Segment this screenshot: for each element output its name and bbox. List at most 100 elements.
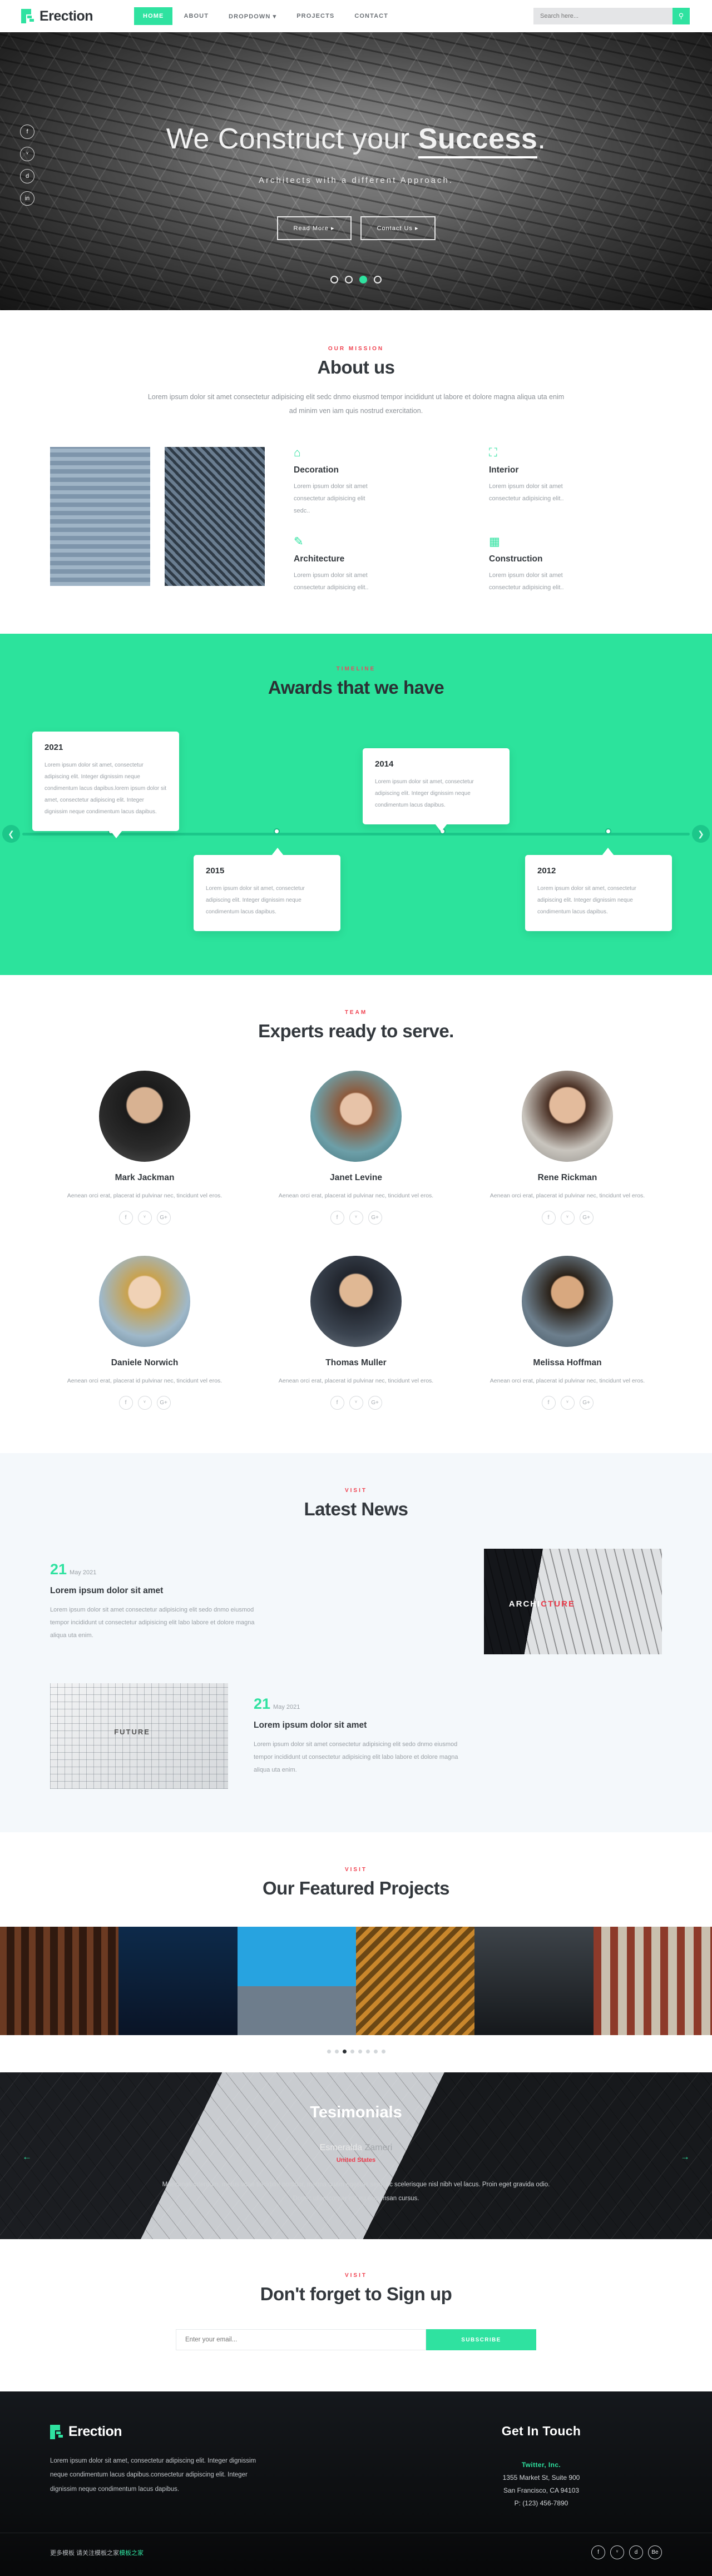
twitter-icon[interactable]: ᵛ bbox=[137, 1211, 152, 1225]
googleplus-icon[interactable]: G+ bbox=[579, 1396, 594, 1410]
service-card-decoration[interactable]: ⌂ Decoration Lorem ipsum dolor sit amet … bbox=[294, 447, 467, 517]
timeline-year: 2014 bbox=[375, 759, 394, 769]
timeline-node[interactable] bbox=[274, 828, 280, 834]
nav-item-dropdown[interactable]: DROPDOWN ▾ bbox=[220, 7, 285, 26]
facebook-icon[interactable]: f bbox=[118, 1211, 133, 1225]
hero-title-light: We Construct your bbox=[166, 123, 418, 155]
footer-credit-text: 更多模板 请关注模板之家 bbox=[50, 2549, 120, 2557]
nav-item-projects[interactable]: PROJECTS bbox=[288, 7, 343, 25]
news-image-caption: FUTURE bbox=[114, 1727, 150, 1736]
project-thumb[interactable] bbox=[593, 1927, 712, 2035]
search-button[interactable]: ⚲ bbox=[673, 8, 690, 24]
service-text: Lorem ipsum dolor sit amet consectetur a… bbox=[294, 572, 369, 591]
footer-bottom-bar: 更多模板 请关注模板之家模板之家 f ᵛ d Be bbox=[0, 2533, 712, 2576]
carousel-dot[interactable] bbox=[365, 2050, 370, 2053]
behance-icon[interactable]: Be bbox=[648, 2545, 662, 2559]
news-section: VISIT Latest News 21 May 2021 Lorem ipsum… bbox=[0, 1453, 712, 1832]
facebook-icon[interactable]: f bbox=[591, 2545, 605, 2559]
googleplus-icon[interactable]: G+ bbox=[156, 1396, 171, 1410]
googleplus-icon[interactable]: G+ bbox=[368, 1396, 382, 1410]
twitter-icon[interactable]: ᵛ bbox=[349, 1211, 363, 1225]
twitter-icon[interactable]: ᵛ bbox=[137, 1396, 152, 1410]
slider-dot-1[interactable] bbox=[330, 276, 338, 284]
project-thumb[interactable] bbox=[0, 1927, 119, 2035]
member-name: Melissa Hoffman bbox=[533, 1358, 602, 1367]
news-post-title[interactable]: Lorem ipsum dolor sit amet bbox=[50, 1586, 458, 1596]
facebook-icon[interactable]: f bbox=[330, 1396, 344, 1410]
email-input[interactable] bbox=[176, 2329, 426, 2350]
dribbble-icon[interactable]: d bbox=[629, 2545, 643, 2559]
search-input[interactable] bbox=[533, 8, 673, 24]
news-day: 21 bbox=[50, 1560, 67, 1578]
carousel-dot[interactable] bbox=[373, 2050, 378, 2053]
twitter-icon[interactable]: ᵛ bbox=[349, 1396, 363, 1410]
read-more-button[interactable]: Read More ▸ bbox=[276, 216, 352, 240]
carousel-dot[interactable] bbox=[381, 2050, 385, 2053]
service-card-architecture[interactable]: ✎ Architecture Lorem ipsum dolor sit ame… bbox=[294, 536, 467, 594]
team-member: Melissa Hoffman Aenean orci erat, placer… bbox=[473, 1256, 662, 1410]
member-social: f ᵛ G+ bbox=[473, 1211, 662, 1225]
twitter-icon[interactable]: ᵛ bbox=[610, 2545, 624, 2559]
member-name: Thomas Muller bbox=[325, 1358, 387, 1367]
timeline-card-2014: 2014 Lorem ipsum dolor sit amet, consect… bbox=[363, 748, 510, 832]
twitter-icon[interactable]: ᵛ bbox=[20, 147, 34, 161]
about-image-2 bbox=[165, 447, 265, 586]
chevron-right-icon[interactable]: ❯ bbox=[692, 825, 710, 843]
facebook-icon[interactable]: f bbox=[541, 1396, 556, 1410]
googleplus-icon[interactable]: G+ bbox=[156, 1211, 171, 1225]
project-thumb[interactable] bbox=[237, 1927, 356, 2035]
site-footer: Erection Lorem ipsum dolor sit amet, con… bbox=[0, 2391, 712, 2576]
contact-us-button[interactable]: Contact Us ▸ bbox=[360, 216, 436, 240]
footer-about-column: Erection Lorem ipsum dolor sit amet, con… bbox=[50, 2424, 376, 2507]
member-name: Janet Levine bbox=[330, 1173, 382, 1182]
hero-buttons: Read More ▸ Contact Us ▸ bbox=[0, 216, 712, 240]
service-title: Decoration bbox=[294, 465, 339, 475]
slider-dot-3[interactable] bbox=[359, 276, 367, 284]
linkedin-icon[interactable]: in bbox=[20, 191, 34, 206]
expand-icon: ⛶ bbox=[489, 446, 497, 459]
twitter-icon[interactable]: ᵛ bbox=[560, 1211, 575, 1225]
carousel-dot[interactable] bbox=[358, 2050, 362, 2053]
footer-credit-link[interactable]: 模板之家 bbox=[119, 2550, 144, 2557]
author-first-name: Esmeralda bbox=[319, 2143, 363, 2152]
chevron-left-icon[interactable]: ❮ bbox=[2, 825, 20, 843]
logo[interactable]: Erection bbox=[21, 8, 93, 24]
facebook-icon[interactable]: f bbox=[541, 1211, 556, 1225]
timeline-eyebrow: TIMELINE bbox=[336, 666, 376, 672]
dribbble-icon[interactable]: d bbox=[20, 169, 34, 183]
service-text: Lorem ipsum dolor sit amet consectetur a… bbox=[489, 572, 564, 591]
caption-part-b: CTURE bbox=[541, 1599, 575, 1609]
project-thumb[interactable] bbox=[118, 1927, 238, 2035]
nav-item-home[interactable]: HOME bbox=[134, 7, 173, 25]
subscribe-button[interactable]: SUBSCRIBE bbox=[426, 2329, 536, 2350]
facebook-icon[interactable]: f bbox=[20, 125, 34, 139]
carousel-dot[interactable] bbox=[327, 2050, 331, 2053]
news-post-title[interactable]: Lorem ipsum dolor sit amet bbox=[254, 1720, 662, 1730]
slider-dot-4[interactable] bbox=[374, 276, 382, 284]
nav-item-contact[interactable]: CONTACT bbox=[345, 7, 397, 25]
project-thumb[interactable] bbox=[355, 1927, 475, 2035]
googleplus-icon[interactable]: G+ bbox=[368, 1211, 382, 1225]
timeline-track: ❮ ❯ 2021 Lorem ipsum dolor sit amet, con… bbox=[0, 727, 712, 938]
timeline-node[interactable] bbox=[605, 828, 611, 834]
author-last-name: Zameri bbox=[362, 2143, 393, 2152]
facebook-icon[interactable]: f bbox=[330, 1211, 344, 1225]
about-eyebrow: OUR MISSION bbox=[328, 346, 384, 352]
projects-title: Our Featured Projects bbox=[262, 1878, 450, 1898]
carousel-dot-active[interactable] bbox=[342, 2050, 347, 2053]
service-card-interior[interactable]: ⛶ Interior Lorem ipsum dolor sit amet co… bbox=[489, 447, 662, 517]
member-name: Mark Jackman bbox=[115, 1173, 175, 1182]
project-thumb[interactable] bbox=[474, 1927, 594, 2035]
caption-part-a: ARCHI bbox=[508, 1599, 541, 1609]
twitter-icon[interactable]: ᵛ bbox=[560, 1396, 575, 1410]
hero-slider: f ᵛ d in We Construct your Success. Arch… bbox=[0, 32, 712, 310]
service-card-construction[interactable]: ▦ Construction Lorem ipsum dolor sit ame… bbox=[489, 536, 662, 594]
carousel-dot[interactable] bbox=[334, 2050, 339, 2053]
testimonials-title: Tesimonials bbox=[310, 2103, 402, 2121]
googleplus-icon[interactable]: G+ bbox=[579, 1211, 594, 1225]
carousel-dot[interactable] bbox=[350, 2050, 354, 2053]
facebook-icon[interactable]: f bbox=[118, 1396, 133, 1410]
footer-logo[interactable]: Erection bbox=[50, 2424, 376, 2440]
nav-item-about[interactable]: ABOUT bbox=[175, 7, 217, 25]
slider-dot-2[interactable] bbox=[345, 276, 353, 284]
